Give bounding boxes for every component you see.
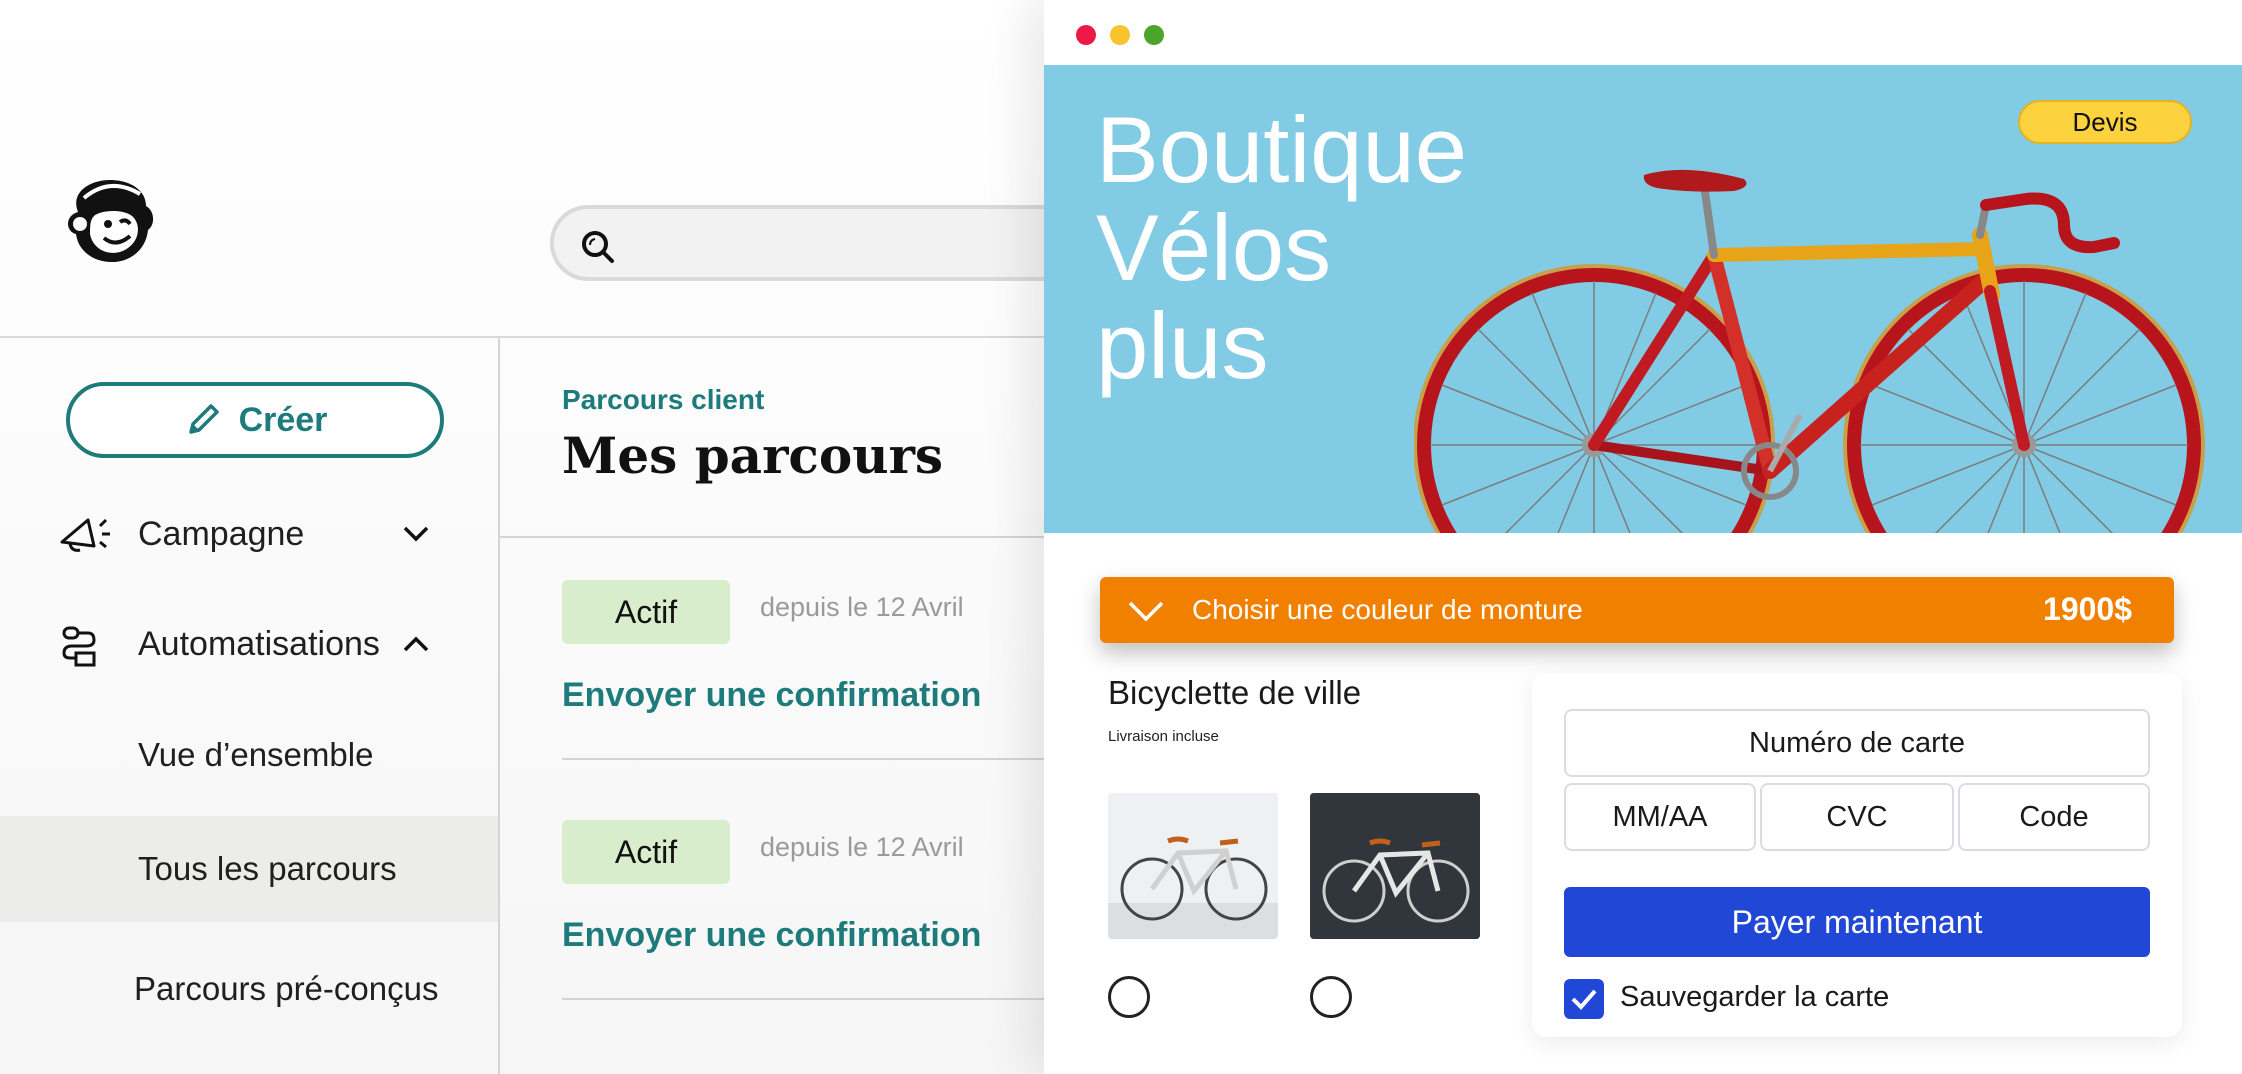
divider bbox=[562, 758, 1060, 760]
product-subtitle: Livraison incluse bbox=[1108, 728, 1219, 745]
journey-title-link[interactable]: Envoyer une confirmation bbox=[562, 916, 981, 955]
top-bar bbox=[0, 0, 1150, 338]
sidebar-subitem-label: Parcours pré-conçus bbox=[134, 970, 439, 1007]
hero-banner: Boutique Vélos plus Devis bbox=[1044, 65, 2242, 533]
frame-color-dropdown[interactable]: Choisir une couleur de monture 1900$ bbox=[1100, 577, 2174, 643]
sidebar-item-campagne[interactable]: Campagne bbox=[0, 494, 498, 574]
create-button-label: Créer bbox=[238, 400, 328, 439]
save-card-checkbox[interactable] bbox=[1564, 979, 1604, 1019]
journey-row[interactable]: Actif depuis le 12 Avril Envoyer une con… bbox=[562, 580, 1060, 770]
postal-code-field[interactable]: Code bbox=[1958, 783, 2150, 851]
variant-radio-white[interactable] bbox=[1108, 976, 1150, 1018]
status-badge: Actif bbox=[562, 580, 730, 644]
payment-card: Numéro de carte MM/AA CVC Code Payer mai… bbox=[1532, 673, 2182, 1037]
sidebar-subitem-all-journeys[interactable]: Tous les parcours bbox=[0, 816, 498, 922]
pay-now-button[interactable]: Payer maintenant bbox=[1564, 887, 2150, 957]
sidebar-subitem-overview[interactable]: Vue d’ensemble bbox=[0, 702, 498, 808]
maximize-window-icon[interactable] bbox=[1144, 25, 1164, 45]
checkmark-icon bbox=[1571, 989, 1597, 1010]
dark-bike-thumbnail[interactable] bbox=[1310, 793, 1480, 939]
variant-radio-dark[interactable] bbox=[1310, 976, 1352, 1018]
sidebar: Créer Campagne Automatisations Vue d’ens… bbox=[0, 338, 500, 1074]
mailchimp-app: Créer Campagne Automatisations Vue d’ens… bbox=[0, 0, 1150, 1074]
journey-date: depuis le 12 Avril bbox=[760, 592, 964, 622]
journey-title-link[interactable]: Envoyer une confirmation bbox=[562, 676, 981, 715]
sidebar-item-automatisations[interactable]: Automatisations bbox=[0, 604, 498, 684]
status-badge: Actif bbox=[562, 820, 730, 884]
journey-date: depuis le 12 Avril bbox=[760, 832, 964, 862]
minimize-window-icon[interactable] bbox=[1110, 25, 1130, 45]
chevron-down-icon[interactable] bbox=[402, 524, 430, 544]
sidebar-subitem-label: Tous les parcours bbox=[138, 850, 397, 887]
page-title: Mes parcours bbox=[562, 426, 944, 485]
price: 1900$ bbox=[2043, 591, 2132, 627]
card-number-field[interactable]: Numéro de carte bbox=[1564, 709, 2150, 777]
sidebar-item-label: Automatisations bbox=[138, 624, 380, 663]
frame-color-label: Choisir une couleur de monture bbox=[1192, 594, 1583, 625]
divider bbox=[500, 536, 1060, 538]
chevron-down-icon bbox=[1128, 601, 1164, 622]
divider bbox=[562, 998, 1060, 1000]
window-titlebar bbox=[1044, 0, 2242, 65]
sidebar-subitem-label: Vue d’ensemble bbox=[138, 736, 374, 773]
cvc-field[interactable]: CVC bbox=[1760, 783, 1954, 851]
expiry-field[interactable]: MM/AA bbox=[1564, 783, 1756, 851]
journey-row[interactable]: Actif depuis le 12 Avril Envoyer une con… bbox=[562, 820, 1060, 1010]
product-name: Bicyclette de ville bbox=[1108, 674, 1362, 711]
shop-window: Boutique Vélos plus Devis Choisir une co… bbox=[1044, 0, 2242, 1074]
close-window-icon[interactable] bbox=[1076, 25, 1096, 45]
quote-button[interactable]: Devis bbox=[2018, 100, 2192, 144]
automation-icon bbox=[62, 626, 96, 667]
journeys-panel: Parcours client Mes parcours Actif depui… bbox=[500, 338, 1060, 1074]
white-bike-thumbnail[interactable] bbox=[1108, 793, 1278, 939]
section-eyebrow: Parcours client bbox=[562, 384, 765, 415]
mailchimp-logo-icon[interactable] bbox=[60, 172, 160, 266]
search-icon bbox=[582, 231, 614, 263]
chevron-up-icon[interactable] bbox=[402, 634, 430, 654]
create-button[interactable]: Créer bbox=[66, 382, 444, 458]
bicycle-image bbox=[1414, 169, 2205, 533]
save-card-label: Sauvegarder la carte bbox=[1620, 981, 1890, 1013]
sidebar-item-label: Campagne bbox=[138, 514, 305, 553]
sidebar-subitem-prebuilt-journeys[interactable]: Parcours pré-conçus bbox=[0, 936, 498, 1042]
pencil-icon bbox=[188, 404, 219, 434]
megaphone-icon bbox=[60, 518, 110, 552]
